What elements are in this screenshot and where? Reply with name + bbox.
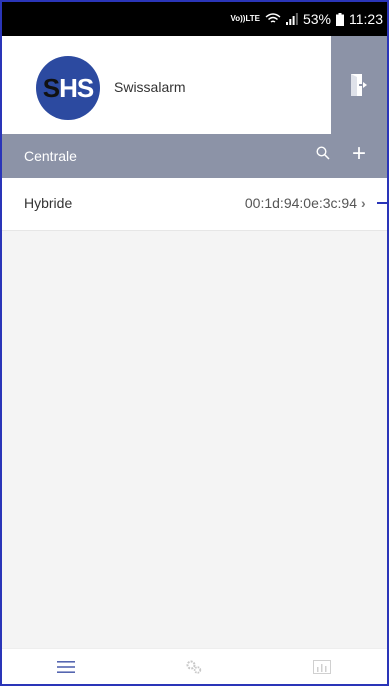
logout-button[interactable] [331, 36, 387, 134]
logo-letter-s: S [42, 72, 60, 103]
section-title: Centrale [24, 148, 77, 164]
bottom-tab-bar [2, 648, 387, 684]
menu-icon [57, 661, 75, 673]
tab-menu[interactable] [2, 649, 130, 684]
chevron-right-icon: › [361, 195, 366, 211]
status-bar: Vo)) LTE 53% 11:23 [2, 2, 387, 36]
wifi-icon [265, 13, 281, 25]
search-icon [316, 146, 330, 160]
battery-percent: 53% [302, 11, 331, 27]
app-header: S HS Swissalarm [2, 36, 387, 134]
brand-name: Swissalarm [114, 79, 186, 95]
add-button[interactable]: + [352, 142, 366, 166]
lte-label: LTE [245, 14, 260, 23]
logo-letters-hs: HS [59, 72, 94, 103]
row-indicator [377, 202, 387, 204]
tab-settings[interactable] [130, 649, 258, 684]
search-button[interactable] [316, 146, 330, 165]
device-name: Hybride [24, 195, 73, 211]
clock: 11:23 [349, 11, 383, 27]
tab-stats[interactable] [258, 649, 386, 684]
volte-label: Vo)) [230, 14, 246, 23]
brand-logo: S HS [36, 56, 100, 120]
logout-door-icon [351, 74, 367, 96]
device-row[interactable]: Hybride 00:1d:94:0e:3c:94 › [2, 178, 387, 231]
battery-icon [336, 12, 344, 26]
chart-icon [313, 660, 331, 674]
device-mac: 00:1d:94:0e:3c:94 [244, 195, 357, 211]
signal-icon [285, 13, 298, 25]
app-frame: Vo)) LTE 53% 11:23 S HS Swissalarm Centr… [0, 0, 389, 686]
content-area [2, 231, 387, 648]
settings-gears-icon [186, 660, 202, 674]
section-header: Centrale + [2, 134, 387, 178]
volte-icon: Vo)) LTE [230, 15, 259, 23]
